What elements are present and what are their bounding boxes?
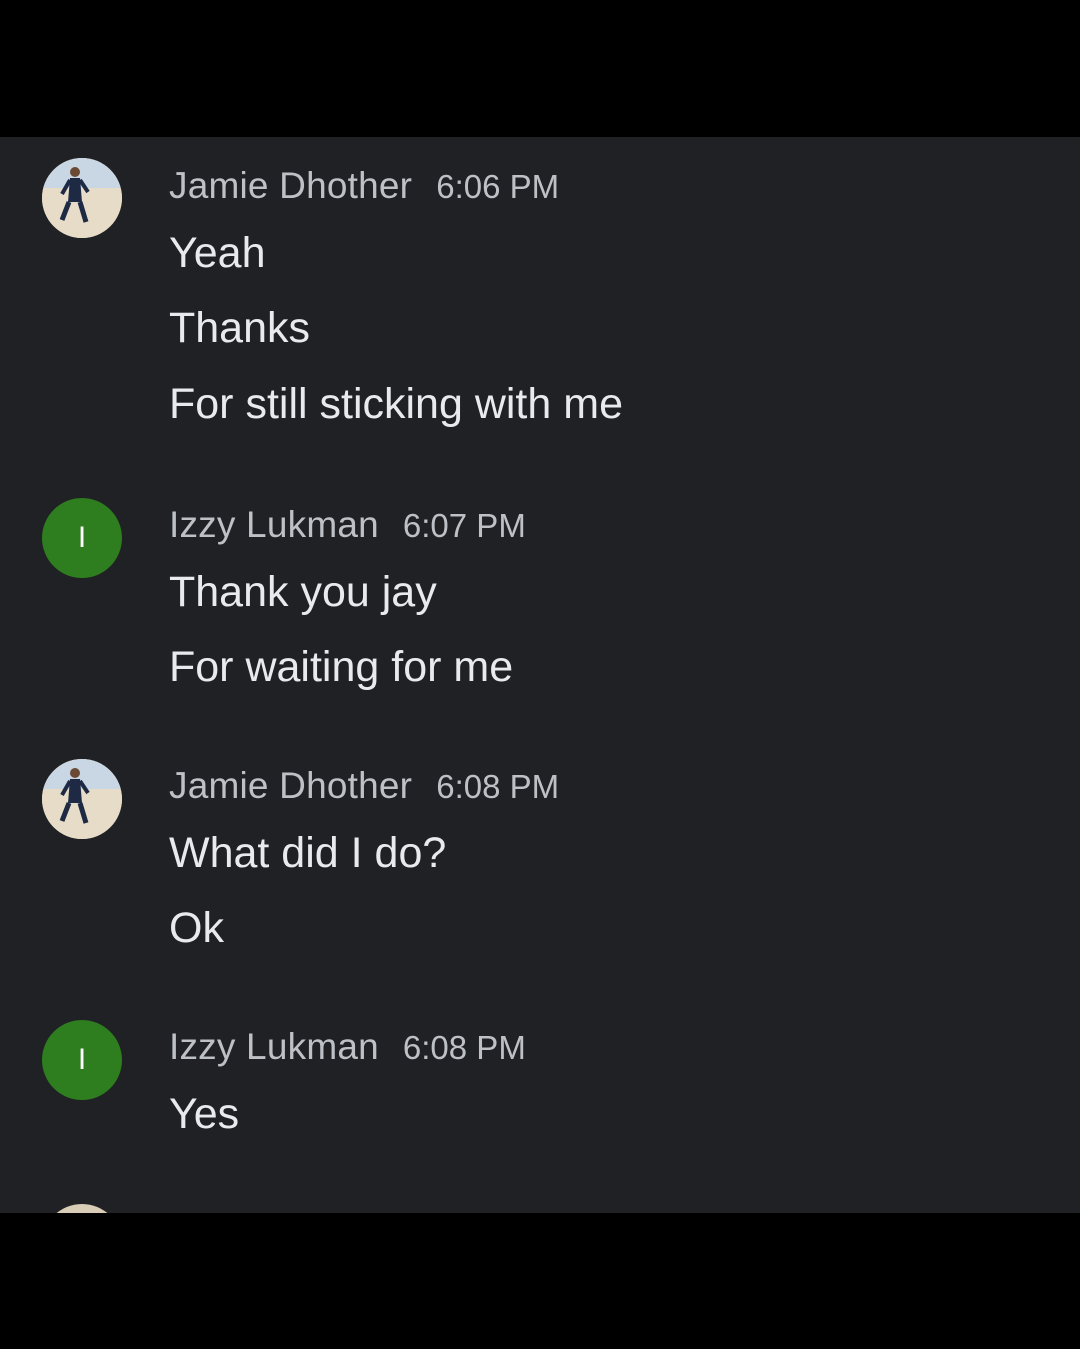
- message-text[interactable]: Thank you jay: [169, 568, 437, 617]
- sender-name[interactable]: Izzy Lukman: [169, 1026, 379, 1067]
- avatar-letter: I: [77, 521, 87, 554]
- sender-name[interactable]: Jamie Dhother: [169, 765, 412, 806]
- sender-name[interactable]: Jamie Dhother: [169, 165, 412, 206]
- timestamp: 6:07 PM: [402, 507, 526, 544]
- message-header: Izzy Lukman 6:07 PM: [169, 504, 526, 546]
- message-header: Jamie Dhother 6:06 PM: [169, 165, 559, 207]
- message-text[interactable]: Thanks: [169, 304, 310, 353]
- message-header: Izzy Lukman 6:08 PM: [169, 1026, 526, 1068]
- timestamp: 6:06 PM: [436, 168, 560, 205]
- sender-name[interactable]: Izzy Lukman: [169, 504, 379, 545]
- timestamp: 6:08 PM: [402, 1029, 526, 1066]
- user-photo-avatar-icon[interactable]: [42, 158, 122, 238]
- chat-message-list[interactable]: Jamie Dhother 6:06 PM Yeah Thanks For sti…: [0, 137, 1080, 1213]
- message-text[interactable]: For still sticking with me: [169, 380, 623, 429]
- message-text[interactable]: What did I do?: [169, 829, 446, 878]
- user-photo-avatar-icon[interactable]: [42, 1204, 122, 1213]
- message-text[interactable]: For waiting for me: [169, 643, 513, 692]
- bottom-black-bar: [0, 1213, 1080, 1349]
- avatar-letter: I: [77, 1043, 87, 1076]
- message-text[interactable]: Ok: [169, 904, 224, 953]
- message-text[interactable]: Yeah: [169, 229, 265, 278]
- message-text[interactable]: Yes: [169, 1090, 239, 1139]
- user-photo-avatar-icon[interactable]: [42, 759, 122, 839]
- top-black-bar: [0, 0, 1080, 137]
- letter-avatar-icon[interactable]: I: [42, 1020, 122, 1100]
- letter-avatar-icon[interactable]: I: [42, 498, 122, 578]
- timestamp: 6:08 PM: [436, 768, 560, 805]
- message-header: Jamie Dhother 6:08 PM: [169, 765, 559, 807]
